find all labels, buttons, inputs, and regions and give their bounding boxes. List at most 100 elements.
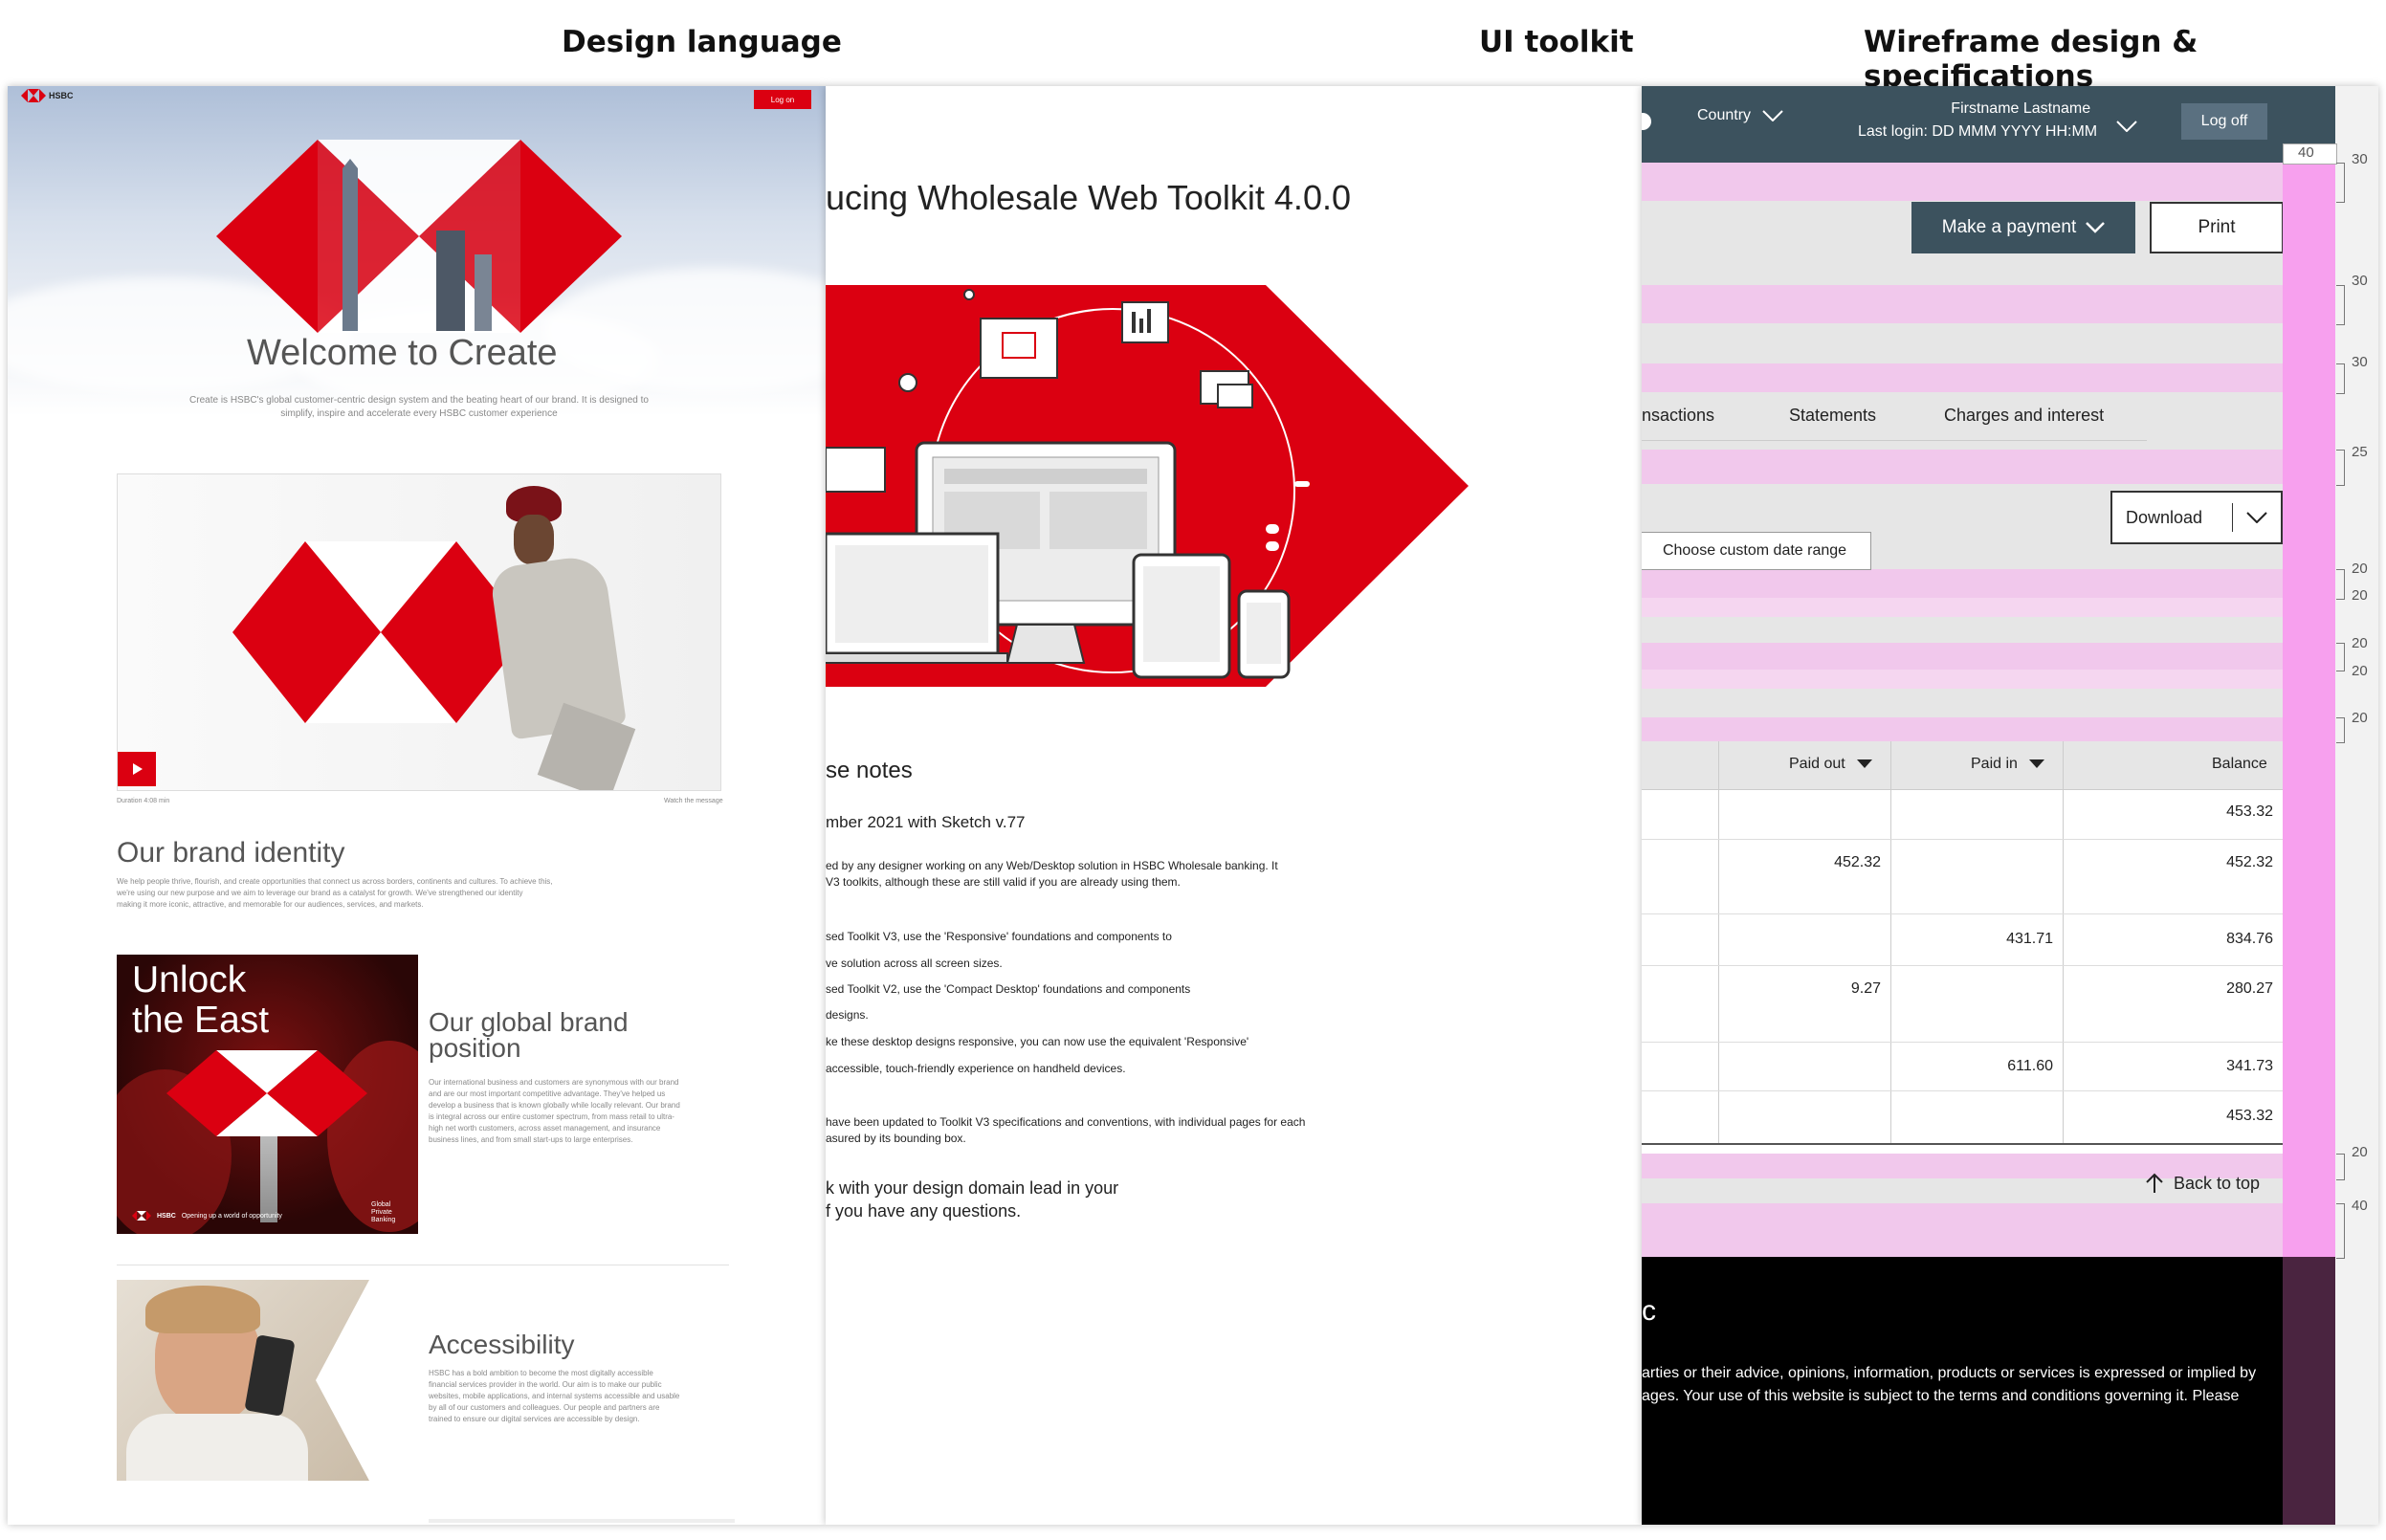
ruler-label: 40 xyxy=(2298,144,2314,161)
chevron-down-icon xyxy=(1762,110,1783,121)
print-button[interactable]: Print xyxy=(2150,202,2284,253)
accessibility-title: Accessibility xyxy=(429,1330,575,1359)
login-button[interactable]: Log on xyxy=(754,90,811,109)
hero-section: HSBC Log on Welcome to Create Create is … xyxy=(8,86,826,419)
global-text-line: develop a business that is known globall… xyxy=(429,1101,680,1110)
balance-cell: 341.73 xyxy=(2226,1058,2273,1074)
make-payment-button[interactable]: Make a payment xyxy=(1911,202,2135,253)
brand-identity-line-2: we're using our new purpose and we aim t… xyxy=(117,889,523,897)
custom-date-range-button[interactable]: Choose custom date range xyxy=(1642,532,1871,570)
global-text-line: is integral across our entire customer s… xyxy=(429,1112,674,1121)
spacing-band xyxy=(1642,670,2335,689)
column-paid-in[interactable]: Paid in xyxy=(1971,756,2044,773)
play-icon xyxy=(133,763,143,775)
chevron-down-icon xyxy=(2246,512,2267,523)
back-to-top-link[interactable]: Back to top xyxy=(2145,1173,2260,1194)
download-select[interactable]: Download xyxy=(2110,491,2283,544)
global-text-line: and are our most important competitive a… xyxy=(429,1089,666,1098)
column-title-wireframe: Wireframe design & specifications xyxy=(1864,25,2198,94)
video-card[interactable] xyxy=(117,473,721,791)
hsbc-small-logo-icon xyxy=(132,1211,151,1221)
video-watch[interactable]: Watch the message xyxy=(664,795,723,808)
spacing-band xyxy=(1642,450,2335,484)
sort-down-icon xyxy=(1856,759,1872,768)
release-line: have been updated to Toolkit V3 specific… xyxy=(826,1115,1306,1129)
user-menu[interactable]: Firstname Lastname Last login: DD MMM YY… xyxy=(1858,100,2097,141)
release-line: sed Toolkit V3, use the 'Responsive' fou… xyxy=(826,930,1172,943)
column-paid-out[interactable]: Paid out xyxy=(1789,756,1872,773)
poster-footer-text: Opening up a world of opportunity xyxy=(181,1212,282,1220)
back-to-top-label: Back to top xyxy=(2174,1173,2261,1193)
brand-identity-title: Our brand identity xyxy=(117,837,345,869)
transactions-table: Paid out Paid in Balance 453.32 452.32 4… xyxy=(1642,741,2286,1154)
ruler-label: 30 xyxy=(2352,273,2368,289)
column-balance: Balance xyxy=(2212,756,2267,772)
brand-identity-text: We help people thrive, flourish, and cre… xyxy=(117,876,652,911)
release-line: sed Toolkit V2, use the 'Compact Desktop… xyxy=(826,982,1191,996)
contact-line-2: f you have any questions. xyxy=(826,1201,1022,1221)
poster-hexagon-logo xyxy=(166,1050,367,1136)
spacing-band xyxy=(1642,569,2335,598)
column-title-design: Design language xyxy=(562,25,842,59)
footer-line-2: ages. Your use of this website is subjec… xyxy=(1642,1388,2240,1404)
tab-transactions[interactable]: nsactions xyxy=(1642,406,1714,426)
log-off-label: Log off xyxy=(2200,113,2248,129)
brand-identity-line-1: We help people thrive, flourish, and cre… xyxy=(117,877,553,886)
contact-line-1: k with your design domain lead in your xyxy=(826,1178,1119,1198)
release-line: ke these desktop designs responsive, you… xyxy=(826,1035,1249,1048)
poster-footer: HSBC Opening up a world of opportunity xyxy=(132,1211,282,1221)
bottom-divider xyxy=(429,1519,735,1523)
paid-in-cell: 431.71 xyxy=(2006,931,2053,947)
hero-text-line-2: simplify, inspire and accelerate every H… xyxy=(280,408,558,419)
spacing-band xyxy=(1642,163,2335,201)
poster-headline: Unlock the East xyxy=(132,960,269,1041)
release-line: designs. xyxy=(826,1008,869,1022)
ruler-label: 20 xyxy=(2352,561,2368,577)
custom-date-range-label: Choose custom date range xyxy=(1662,542,1847,559)
footer-line-1: arties or their advice, opinions, inform… xyxy=(1642,1365,2257,1381)
hsbc-logo[interactable]: HSBC xyxy=(21,89,74,102)
country-label: Country xyxy=(1697,107,1752,123)
hero-text-line-1: Create is HSBC's global customer-centric… xyxy=(189,395,649,406)
ui-toolkit-panel: ucing Wholesale Web Toolkit 4.0.0 se not… xyxy=(826,86,1642,1525)
ruler-label: 20 xyxy=(2352,1144,2368,1160)
poster-brand: HSBC xyxy=(157,1212,176,1220)
release-line: accessible, touch-friendly experience on… xyxy=(826,1062,1126,1075)
global-brand-title-2: position xyxy=(429,1033,521,1063)
balance-cell: 452.32 xyxy=(2226,854,2273,870)
tab-statements[interactable]: Statements xyxy=(1789,406,1876,426)
paid-out-label: Paid out xyxy=(1789,756,1845,772)
brand-identity-line-3: making it more iconic, attractive, and m… xyxy=(117,900,424,909)
log-off-button[interactable]: Log off xyxy=(2181,103,2267,140)
release-heading: se notes xyxy=(826,758,913,783)
accessibility-text-line: by all of our customers and colleagues. … xyxy=(429,1403,660,1412)
balance-cell: 453.32 xyxy=(2226,1108,2273,1124)
ruler-label: 30 xyxy=(2352,354,2368,370)
hsbc-video-logo xyxy=(232,541,529,723)
release-line: ed by any designer working on any Web/De… xyxy=(826,859,1278,872)
poster-line-2: the East xyxy=(132,1000,270,1041)
paid-in-cell: 611.60 xyxy=(2007,1058,2053,1074)
global-text-line: Our international business and customers… xyxy=(429,1078,679,1087)
balance-cell: 834.76 xyxy=(2226,931,2273,947)
last-login: Last login: DD MMM YYYY HH:MM xyxy=(1858,123,2098,140)
country-selector[interactable]: Country xyxy=(1697,107,1783,124)
footer-letter: c xyxy=(1642,1295,1656,1327)
global-text-line: high net worth customers, across asset m… xyxy=(429,1124,661,1133)
toolkit-illustration xyxy=(826,285,1469,687)
accessibility-text: HSBC has a bold ambition to become the m… xyxy=(429,1368,725,1425)
ruler-label: 20 xyxy=(2352,663,2368,679)
spacing-band xyxy=(1642,363,2335,392)
tab-bar: nsactions Statements Charges and interes… xyxy=(1642,392,2147,441)
unlock-east-poster[interactable]: Unlock the East HSBC Opening up a world … xyxy=(117,955,418,1234)
column-title-toolkit: UI toolkit xyxy=(1479,25,1634,59)
accessibility-text-line: trained to ensure our digital services a… xyxy=(429,1415,640,1423)
accessibility-image[interactable] xyxy=(117,1280,418,1481)
video-duration: Duration 4:08 min xyxy=(117,798,170,804)
chevron-down-icon[interactable] xyxy=(2116,121,2137,132)
tab-charges-and-interest[interactable]: Charges and interest xyxy=(1944,406,2104,426)
release-line: V3 toolkits, although these are still va… xyxy=(826,875,1181,889)
play-button[interactable] xyxy=(118,752,156,786)
hero-text: Create is HSBC's global customer-centric… xyxy=(113,394,725,421)
ruler-label: 20 xyxy=(2352,587,2368,604)
